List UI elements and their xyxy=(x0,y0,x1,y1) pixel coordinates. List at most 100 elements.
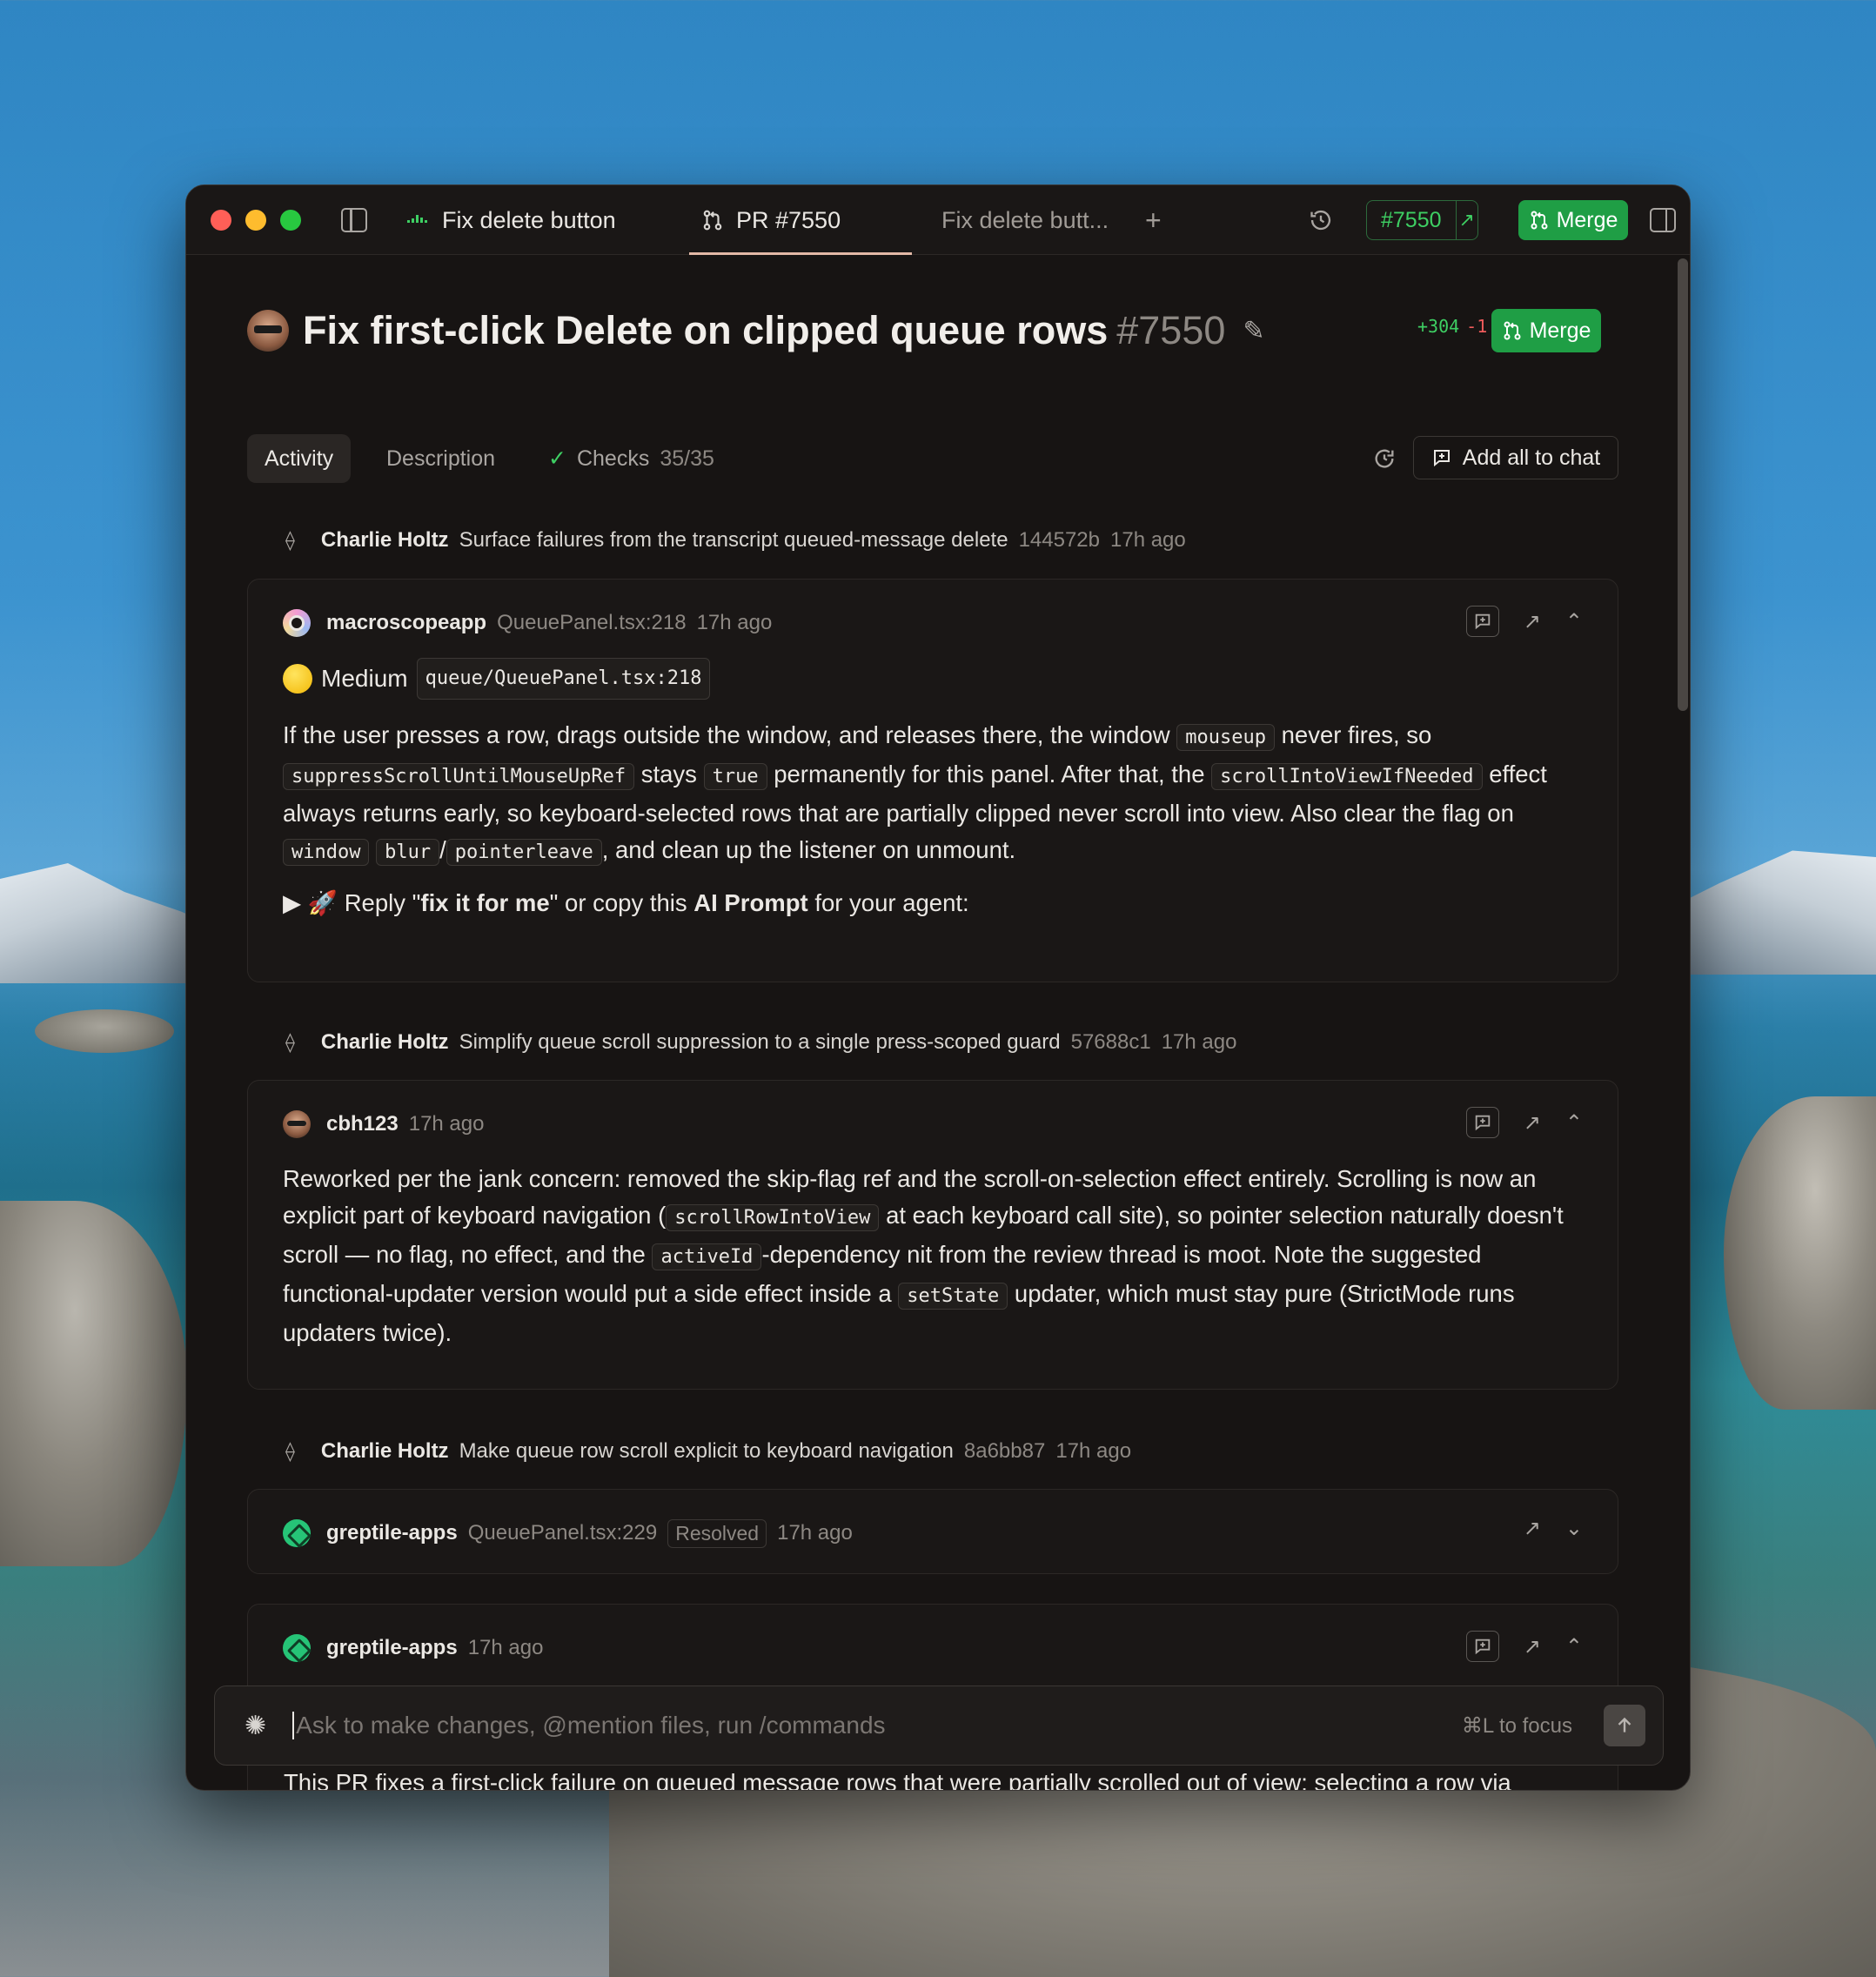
merge-button[interactable]: Merge xyxy=(1491,309,1601,352)
comment-time: 17h ago xyxy=(777,1521,853,1545)
commit-message: Surface failures from the transcript que… xyxy=(459,528,1008,552)
chevron-up-icon[interactable]: ⌃ xyxy=(1565,1110,1583,1136)
comment-time: 17h ago xyxy=(467,1636,544,1659)
tab-label: Description xyxy=(386,446,496,471)
commit-sha[interactable]: 57688c1 xyxy=(1071,1030,1151,1055)
commit-icon: ⟠ xyxy=(285,1440,295,1462)
commit-time: 17h ago xyxy=(1055,1439,1132,1463)
tab-fix-delete-button[interactable]: Fix delete button xyxy=(407,185,616,255)
external-link-icon[interactable]: ↗ xyxy=(1524,1634,1541,1659)
severity-label: Medium xyxy=(321,665,408,692)
chat-add-icon xyxy=(1475,613,1491,630)
zoom-window-button[interactable] xyxy=(280,209,301,231)
comment-actions: ↗ ⌃ xyxy=(1465,606,1583,637)
commit-row: ⟠ Charlie Holtz Simplify queue scroll su… xyxy=(285,1025,1236,1060)
comment-actions: ↗ ⌃ xyxy=(1465,1107,1583,1138)
tab-label: Activity xyxy=(265,446,334,471)
scrollbar[interactable] xyxy=(1678,258,1688,711)
page-title: Fix first-click Delete on clipped queue … xyxy=(303,308,1109,352)
pr-header: Fix first-click Delete on clipped queue … xyxy=(247,300,1618,361)
background-mountain-right xyxy=(1667,850,1876,975)
comment-header: greptile-apps QueuePanel.tsx:229 Resolve… xyxy=(283,1516,853,1551)
add-all-to-chat-button[interactable]: Add all to chat xyxy=(1413,436,1618,479)
add-to-chat-button[interactable] xyxy=(1465,606,1499,637)
commit-sha[interactable]: 144572b xyxy=(1019,528,1100,553)
minimize-window-button[interactable] xyxy=(245,209,266,231)
merge-label: Merge xyxy=(1556,207,1618,232)
commit-author[interactable]: Charlie Holtz xyxy=(321,528,449,553)
commit-icon: ⟠ xyxy=(285,1031,295,1053)
comment-text: Reworked per the jank concern: removed t… xyxy=(283,1165,1564,1346)
active-tab-indicator xyxy=(689,252,912,255)
sparkle-icon: ✺ xyxy=(245,1711,267,1740)
chat-add-icon xyxy=(1475,1115,1491,1131)
comment-header: macroscopeapp QueuePanel.tsx:218 17h ago xyxy=(283,606,772,640)
chevron-up-icon[interactable]: ⌃ xyxy=(1565,609,1583,634)
edit-pencil-icon[interactable]: ✎ xyxy=(1243,316,1264,346)
comment-author[interactable]: cbh123 xyxy=(326,1112,399,1136)
new-tab-button[interactable]: + xyxy=(1145,185,1162,255)
ai-prompt-disclosure[interactable]: ▶ 🚀 Reply "fix it for me" or copy this A… xyxy=(283,885,1583,921)
refresh-icon[interactable] xyxy=(1372,446,1397,471)
tab-fix-delete-butt[interactable]: Fix delete butt... xyxy=(941,185,1109,255)
review-comment-card-resolved[interactable]: greptile-apps QueuePanel.tsx:229 Resolve… xyxy=(247,1489,1618,1574)
pull-request-icon xyxy=(703,210,722,231)
merge-icon xyxy=(1504,321,1521,340)
diff-stats: +304 -1 xyxy=(1417,316,1487,337)
pr-number-pill[interactable]: #7550 ↗ xyxy=(1366,200,1478,240)
pr-number-title: #7550 xyxy=(1116,308,1226,352)
add-to-chat-button[interactable] xyxy=(1465,1631,1499,1662)
app-window: Fix delete button PR #7550 Fix delete bu… xyxy=(185,184,1691,1791)
right-panel-toggle-icon[interactable] xyxy=(1650,208,1676,232)
comment-author[interactable]: macroscopeapp xyxy=(326,611,486,635)
commit-time: 17h ago xyxy=(1161,1030,1237,1054)
checks-count: 35/35 xyxy=(660,446,714,471)
macroscope-logo-icon xyxy=(283,609,311,637)
close-window-button[interactable] xyxy=(211,209,231,231)
external-link-icon[interactable]: ↗ xyxy=(1524,1516,1541,1541)
history-icon[interactable] xyxy=(1309,208,1333,232)
chevron-down-icon[interactable]: ⌄ xyxy=(1565,1516,1583,1541)
comment-body: Reworked per the jank concern: removed t… xyxy=(283,1161,1583,1351)
chat-input[interactable] xyxy=(292,1712,1462,1739)
resolved-badge: Resolved xyxy=(667,1518,767,1548)
comment-actions: ↗ ⌄ xyxy=(1524,1516,1583,1541)
send-button[interactable] xyxy=(1604,1705,1645,1746)
comment-author[interactable]: greptile-apps xyxy=(326,1521,458,1545)
comment-location[interactable]: QueuePanel.tsx:218 xyxy=(497,611,687,635)
commit-row: ⟠ Charlie Holtz Make queue row scroll ex… xyxy=(285,1434,1131,1469)
left-sidebar-toggle-icon[interactable] xyxy=(341,207,367,232)
inline-code: scrollRowIntoView xyxy=(666,1204,880,1231)
title-bar: Fix delete button PR #7550 Fix delete bu… xyxy=(186,185,1690,255)
chat-add-icon xyxy=(1433,450,1450,467)
comment-time: 17h ago xyxy=(408,1112,485,1136)
titlebar-merge-button[interactable]: Merge xyxy=(1518,200,1628,240)
external-link-icon[interactable]: ↗ xyxy=(1457,209,1477,231)
commit-row: ⟠ Charlie Holtz Surface failures from th… xyxy=(285,523,1186,558)
focus-hint: ⌘L to focus xyxy=(1461,1713,1572,1738)
pr-number: #7550 xyxy=(1367,201,1457,239)
chat-add-icon xyxy=(1475,1639,1491,1655)
tab-pr-7550[interactable]: PR #7550 xyxy=(701,185,841,255)
commit-author[interactable]: Charlie Holtz xyxy=(321,1439,449,1464)
comment-text: If the user presses a row, drags outside… xyxy=(283,717,1583,871)
window-controls xyxy=(211,209,301,231)
merge-icon xyxy=(1531,211,1548,230)
commit-sha[interactable]: 8a6bb87 xyxy=(964,1439,1045,1464)
tab-checks[interactable]: ✓ Checks 35/35 xyxy=(531,434,732,483)
comment-body: Medium queue/QueuePanel.tsx:218 If the u… xyxy=(283,658,1583,921)
comment-location[interactable]: QueuePanel.tsx:229 xyxy=(468,1521,658,1545)
commit-author[interactable]: Charlie Holtz xyxy=(321,1030,449,1055)
add-all-to-chat-label: Add all to chat xyxy=(1462,445,1601,470)
greptile-logo-icon xyxy=(283,1519,311,1547)
add-to-chat-button[interactable] xyxy=(1465,1107,1499,1138)
pr-tabs: Activity Description ✓ Checks 35/35 Add … xyxy=(247,434,1618,483)
file-reference[interactable]: queue/QueuePanel.tsx:218 xyxy=(416,658,711,700)
merge-label: Merge xyxy=(1529,318,1591,343)
external-link-icon[interactable]: ↗ xyxy=(1524,1110,1541,1136)
tab-activity[interactable]: Activity xyxy=(247,434,352,483)
chevron-up-icon[interactable]: ⌃ xyxy=(1565,1634,1583,1659)
comment-author[interactable]: greptile-apps xyxy=(326,1636,458,1660)
tab-description[interactable]: Description xyxy=(369,434,513,483)
external-link-icon[interactable]: ↗ xyxy=(1524,609,1541,634)
